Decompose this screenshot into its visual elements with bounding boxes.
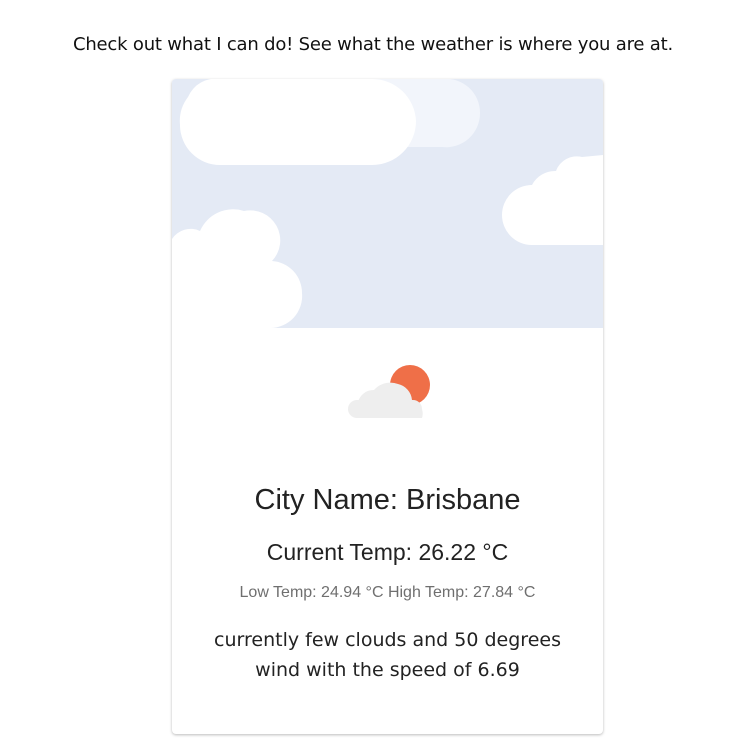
partly-cloudy-icon [348,365,430,418]
sky-header [172,79,603,328]
page: Check out what I can do! See what the we… [0,0,746,755]
intro-text: Check out what I can do! See what the we… [72,34,674,55]
city-name: City Name: Brisbane [254,484,521,516]
cloud-right [502,155,603,245]
weather-description: currently few clouds and 50 degrees wind… [214,629,561,681]
cloud-top-left [179,79,416,165]
cloud-bottom-left [172,209,303,328]
current-temp: Current Temp: 26.22 °C [266,539,509,565]
sky-clouds-illustration [172,79,603,328]
low-high-temp: Low Temp: 24.94 °C High Temp: 27.84 °C [239,584,536,601]
weather-card: City Name: Brisbane Current Temp: 26.22 … [172,79,603,734]
